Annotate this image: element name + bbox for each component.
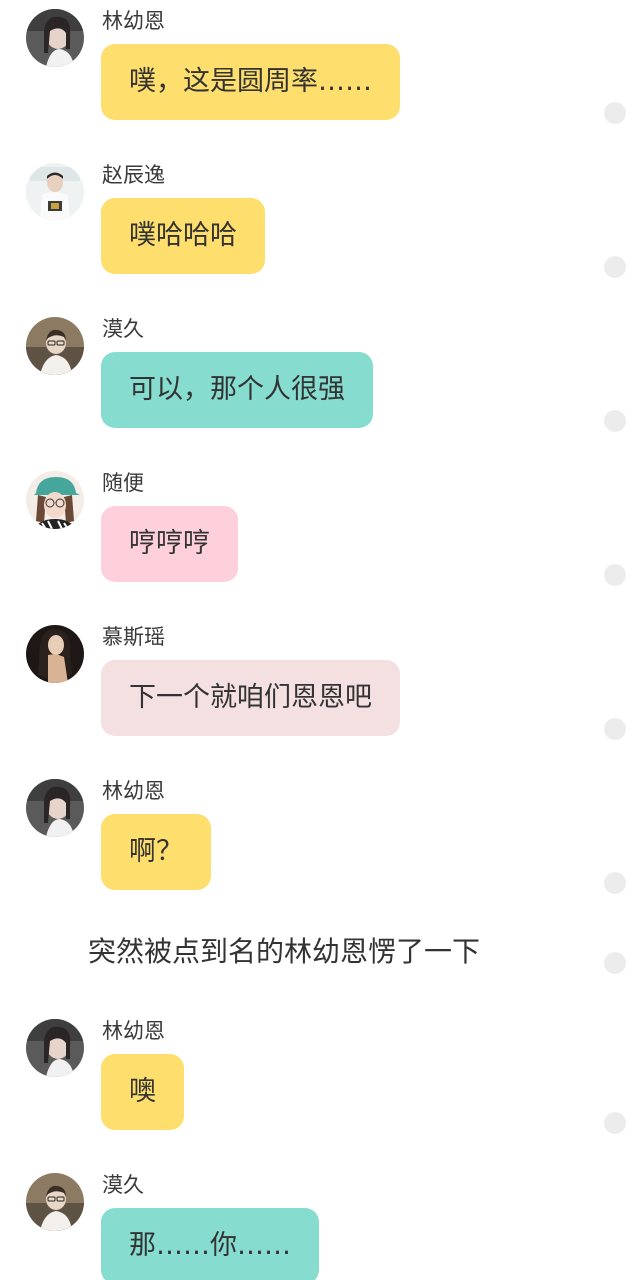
sender-name: 漠久	[102, 1173, 144, 1197]
status-dot	[604, 564, 626, 586]
message-bubble[interactable]: 下一个就咱们恩恩吧	[101, 660, 400, 736]
avatar[interactable]	[26, 779, 84, 837]
sender-name: 林幼恩	[102, 779, 165, 803]
message-bubble[interactable]: 噗哈哈哈	[101, 198, 265, 274]
status-dot	[604, 718, 626, 740]
message-bubble[interactable]: 噗，这是圆周率……	[101, 44, 400, 120]
sender-name: 林幼恩	[102, 1019, 165, 1043]
message-bubble[interactable]: 啊？	[101, 814, 211, 890]
sender-name: 慕斯瑶	[102, 625, 165, 649]
avatar[interactable]	[26, 163, 84, 221]
message-bubble[interactable]: 可以，那个人很强	[101, 352, 373, 428]
avatar-zhao	[26, 163, 84, 221]
avatar[interactable]	[26, 1173, 84, 1231]
message-bubble[interactable]: 那……你……	[101, 1208, 319, 1280]
avatar-mu	[26, 625, 84, 683]
status-dot	[604, 410, 626, 432]
message-bubble[interactable]: 噢	[101, 1054, 184, 1130]
message-bubble[interactable]: 哼哼哼	[101, 506, 238, 582]
status-dot	[604, 1112, 626, 1134]
avatar[interactable]	[26, 9, 84, 67]
status-dot	[604, 256, 626, 278]
avatar-mo	[26, 317, 84, 375]
status-dot	[604, 872, 626, 894]
avatar[interactable]	[26, 625, 84, 683]
sender-name: 漠久	[102, 317, 144, 341]
sender-name: 林幼恩	[102, 9, 165, 33]
status-dot	[604, 102, 626, 124]
status-dot	[604, 952, 626, 974]
sender-name: 随便	[102, 471, 144, 495]
avatar[interactable]	[26, 471, 84, 529]
chat-transcript: 林幼恩 噗，这是圆周率…… 赵辰逸 噗哈哈哈 漠久 可以，那个人很强 随便 哼哼…	[0, 0, 640, 1280]
avatar-sui	[26, 471, 84, 529]
avatar-lin	[26, 779, 84, 837]
avatar[interactable]	[26, 317, 84, 375]
narration-text: 突然被点到名的林幼恩愣了一下	[88, 935, 481, 968]
sender-name: 赵辰逸	[102, 163, 165, 187]
avatar-mo	[26, 1173, 84, 1231]
avatar-lin	[26, 1019, 84, 1077]
avatar-lin	[26, 9, 84, 67]
avatar[interactable]	[26, 1019, 84, 1077]
